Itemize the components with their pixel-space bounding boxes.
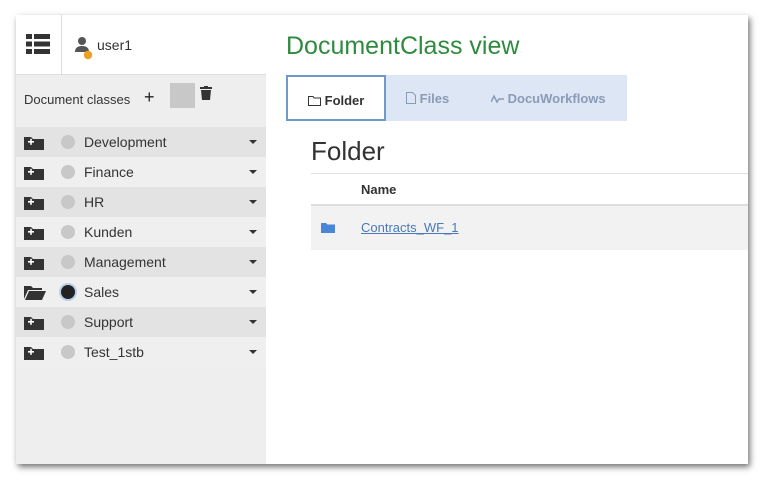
workflow-icon bbox=[490, 94, 504, 104]
add-class-button[interactable]: + bbox=[144, 88, 155, 106]
document-classes-toolbar: Document classes + bbox=[16, 75, 266, 125]
tree-item-label: Test_1stb bbox=[84, 344, 144, 360]
status-radio[interactable] bbox=[61, 195, 75, 209]
tree-item-label: Development bbox=[84, 134, 167, 150]
folder-plus-icon bbox=[24, 227, 44, 240]
chevron-down-icon[interactable] bbox=[249, 170, 257, 174]
sidebar-header: user1 bbox=[16, 15, 266, 75]
tree-item-test-1stb[interactable]: Test_1stb bbox=[16, 337, 266, 367]
folder-plus-icon bbox=[24, 167, 44, 180]
document-classes-label: Document classes bbox=[24, 92, 131, 107]
tree-item-sales[interactable]: Sales bbox=[16, 277, 266, 307]
section-title: Folder bbox=[311, 136, 385, 166]
folder-plus-icon bbox=[24, 317, 44, 330]
tree-item-development[interactable]: Development bbox=[16, 127, 266, 157]
status-radio[interactable] bbox=[61, 165, 75, 179]
chevron-down-icon[interactable] bbox=[249, 350, 257, 354]
trash-icon[interactable] bbox=[200, 86, 212, 100]
tree-item-label: Support bbox=[84, 314, 134, 330]
tab-label: Files bbox=[419, 91, 450, 106]
status-radio[interactable] bbox=[61, 255, 75, 269]
file-icon bbox=[406, 92, 416, 104]
status-radio[interactable] bbox=[61, 225, 75, 239]
tree-item-label: Finance bbox=[84, 164, 134, 180]
tab-folder[interactable]: Folder bbox=[286, 75, 386, 121]
tree-item-support[interactable]: Support bbox=[16, 307, 266, 337]
tab-label: Folder bbox=[324, 93, 365, 108]
document-class-tree: Development Finance HR Kunden Management… bbox=[16, 127, 266, 367]
folder-plus-icon bbox=[24, 137, 44, 150]
tree-item-label: Sales bbox=[84, 284, 120, 300]
tree-item-label: Management bbox=[84, 254, 166, 270]
status-radio-selected[interactable] bbox=[61, 285, 75, 299]
folder-link[interactable]: Contracts_WF_1 bbox=[361, 220, 459, 235]
menu-button[interactable] bbox=[16, 15, 62, 74]
user-name[interactable]: user1 bbox=[97, 37, 132, 53]
edit-class-button[interactable] bbox=[170, 83, 195, 108]
chevron-down-icon[interactable] bbox=[249, 290, 257, 294]
chevron-down-icon[interactable] bbox=[249, 200, 257, 204]
chevron-down-icon[interactable] bbox=[249, 320, 257, 324]
column-header-name[interactable]: Name bbox=[361, 182, 396, 197]
folder-outline-icon bbox=[308, 96, 321, 106]
chevron-down-icon[interactable] bbox=[249, 230, 257, 234]
tab-files[interactable]: Files bbox=[386, 75, 469, 121]
tree-item-management[interactable]: Management bbox=[16, 247, 266, 277]
menu-icon bbox=[26, 34, 50, 54]
sidebar: user1 Document classes + Development Fin… bbox=[16, 15, 266, 464]
tab-label: DocuWorkflows bbox=[507, 91, 606, 106]
tree-item-hr[interactable]: HR bbox=[16, 187, 266, 217]
tree-item-kunden[interactable]: Kunden bbox=[16, 217, 266, 247]
folder-plus-icon bbox=[24, 257, 44, 270]
page-title: DocumentClass view bbox=[286, 32, 520, 60]
tab-docuworkflows[interactable]: DocuWorkflows bbox=[469, 75, 627, 121]
app-window: user1 Document classes + Development Fin… bbox=[16, 15, 748, 464]
folder-plus-icon bbox=[24, 197, 44, 210]
tree-item-finance[interactable]: Finance bbox=[16, 157, 266, 187]
chevron-down-icon[interactable] bbox=[249, 140, 257, 144]
status-radio[interactable] bbox=[61, 315, 75, 329]
main-panel: DocumentClass view Folder Files DocuWork… bbox=[266, 15, 748, 464]
chevron-down-icon[interactable] bbox=[249, 260, 257, 264]
tree-item-label: HR bbox=[84, 194, 105, 210]
table-header: Name bbox=[311, 173, 748, 206]
folder-plus-icon bbox=[24, 347, 44, 360]
table-row[interactable]: Contracts_WF_1 bbox=[311, 206, 748, 250]
status-radio[interactable] bbox=[61, 135, 75, 149]
status-radio[interactable] bbox=[61, 345, 75, 359]
user-icon[interactable] bbox=[75, 36, 93, 60]
tree-item-label: Kunden bbox=[84, 224, 133, 240]
folder-icon bbox=[321, 223, 335, 233]
folder-open-icon bbox=[24, 286, 46, 300]
